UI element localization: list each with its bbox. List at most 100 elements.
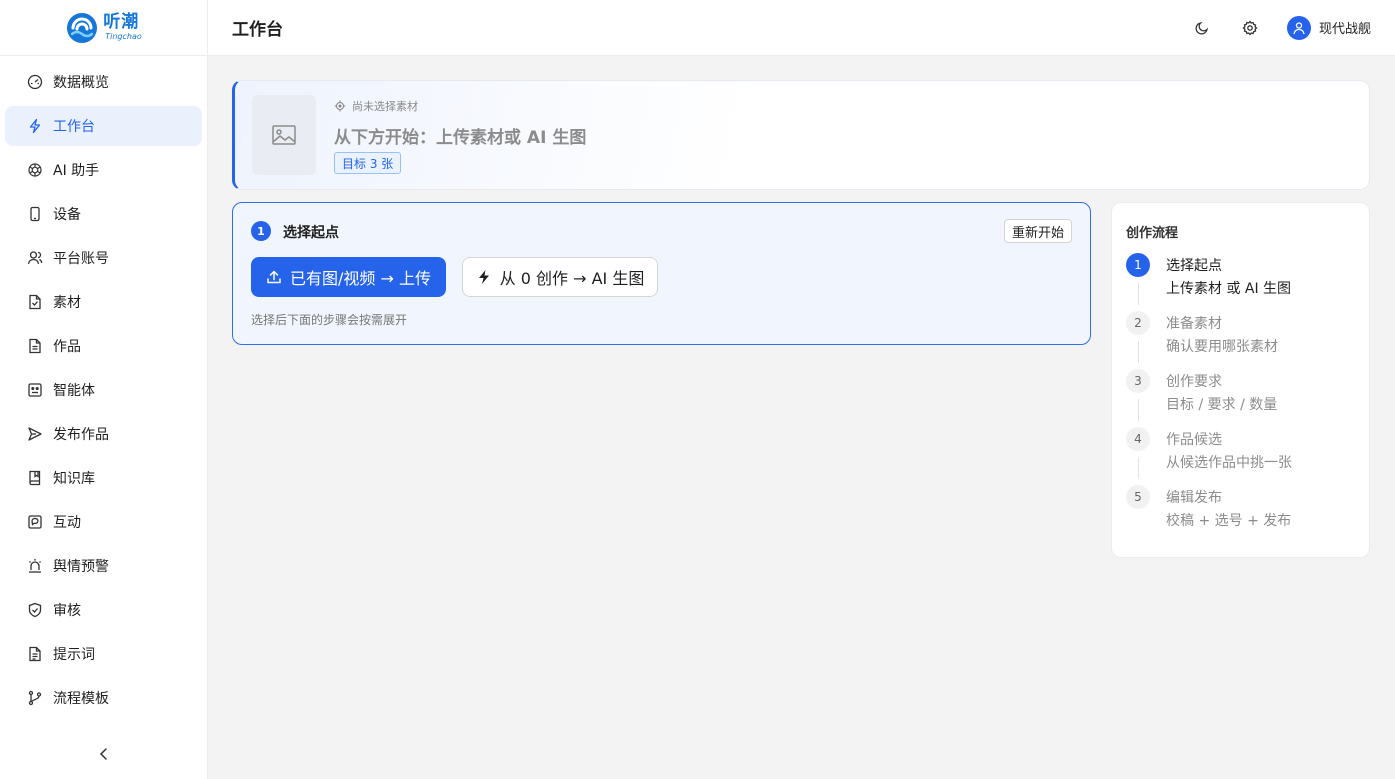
sidebar-item-label: 设备 <box>53 207 81 223</box>
page-title: 工作台 <box>232 20 283 40</box>
flow-step-4[interactable]: 4 作品候选 从候选作品中挑一张 <box>1126 427 1356 479</box>
lightning-icon <box>29 118 41 134</box>
sidebar-item-label: 舆情预警 <box>53 559 109 575</box>
flow-step-desc: 确认要用哪张素材 <box>1166 339 1278 355</box>
banner-title: 从下方开始：上传素材或 AI 生图 <box>334 128 587 148</box>
sidebar-item-publish[interactable]: 发布作品 <box>5 414 202 454</box>
flow-step-name: 作品候选 <box>1166 432 1222 448</box>
sidebar-item-prompts[interactable]: 提示词 <box>5 634 202 674</box>
book-icon <box>29 470 41 486</box>
sidebar-item-materials[interactable]: 素材 <box>5 282 202 322</box>
flow-step-2[interactable]: 2 准备素材 确认要用哪张素材 <box>1126 311 1356 363</box>
sidebar-item-sentiment-alert[interactable]: 舆情预警 <box>5 546 202 586</box>
flow-step-5[interactable]: 5 编辑发布 校稿 + 选号 + 发布 <box>1126 485 1356 535</box>
sidebar-item-label: 工作台 <box>53 119 95 135</box>
upload-icon <box>267 270 281 284</box>
flow-step-name: 选择起点 <box>1166 258 1222 274</box>
flow-step-desc: 上传素材 或 AI 生图 <box>1166 281 1292 297</box>
flow-title: 创作流程 <box>1126 226 1179 241</box>
flow-step-number: 2 <box>1126 311 1150 335</box>
crosshair-icon <box>334 100 346 112</box>
sidebar-item-label: 素材 <box>53 295 81 311</box>
gear-icon <box>1242 19 1258 35</box>
ai-generate-button[interactable]: 从 0 创作 → AI 生图 <box>462 257 658 297</box>
git-branch-icon <box>28 690 42 706</box>
flow-step-name: 编辑发布 <box>1166 490 1222 506</box>
step-title: 选择起点 <box>283 225 339 241</box>
flow-step-number: 5 <box>1126 485 1150 509</box>
flow-connector <box>1138 283 1139 305</box>
material-thumbnail-placeholder <box>252 95 316 175</box>
chevron-left-icon <box>99 748 107 760</box>
robot-icon <box>28 383 42 397</box>
step-select-start-card: 1 选择起点 重新开始 已有图/视频 → 上传 从 0 创作 → AI 生图 选… <box>232 202 1091 345</box>
flow-step-desc: 校稿 + 选号 + 发布 <box>1166 513 1292 529</box>
settings-button[interactable] <box>1241 19 1259 37</box>
lightning-icon <box>478 270 489 284</box>
users-icon <box>27 251 43 265</box>
target-count-badge: 目标 3 张 <box>334 152 402 174</box>
sidebar-item-label: 知识库 <box>53 471 95 487</box>
upload-button-label: 已有图/视频 → 上传 <box>290 269 431 288</box>
flow-connector <box>1138 457 1139 479</box>
sidebar-item-interaction[interactable]: 互动 <box>5 502 202 542</box>
flow-connector <box>1138 399 1139 421</box>
flow-step-number: 1 <box>1126 253 1150 277</box>
phone-icon <box>30 206 40 222</box>
document-icon <box>29 646 41 662</box>
avatar[interactable] <box>1286 15 1311 40</box>
app-logo[interactable]: 听潮 Tingchao <box>0 0 207 56</box>
shield-check-icon <box>28 602 42 618</box>
sidebar-collapse-button[interactable] <box>0 729 208 779</box>
material-status-banner: 尚未选择素材 从下方开始：上传素材或 AI 生图 目标 3 张 <box>232 80 1370 190</box>
send-icon <box>28 427 42 441</box>
file-icon <box>29 294 41 310</box>
sidebar-item-review[interactable]: 审核 <box>5 590 202 630</box>
sidebar-item-label: 平台账号 <box>53 251 109 267</box>
image-icon <box>272 125 296 145</box>
sidebar: 听潮 Tingchao 数据概览 工作台 AI 助手 设备 平台账号 素材 作品… <box>0 0 208 779</box>
sidebar-item-knowledge-base[interactable]: 知识库 <box>5 458 202 498</box>
user-name[interactable]: 现代战舰 <box>1319 18 1371 37</box>
moon-icon <box>1195 21 1209 35</box>
sidebar-item-label: 审核 <box>53 603 81 619</box>
flow-step-name: 准备素材 <box>1166 316 1222 332</box>
flow-step-desc: 从候选作品中挑一张 <box>1166 455 1292 471</box>
banner-status-text: 尚未选择素材 <box>352 100 418 113</box>
sidebar-item-label: 数据概览 <box>53 75 109 91</box>
dashboard-icon <box>27 74 43 90</box>
ai-generate-button-label: 从 0 创作 → AI 生图 <box>499 269 645 288</box>
file-text-icon <box>29 338 41 354</box>
step-hint: 选择后下面的步骤会按需展开 <box>251 313 408 327</box>
theme-toggle-button[interactable] <box>1193 19 1211 37</box>
sidebar-item-label: AI 助手 <box>53 163 100 179</box>
flow-step-number: 3 <box>1126 369 1150 393</box>
banner-status: 尚未选择素材 <box>334 98 418 114</box>
sidebar-item-works[interactable]: 作品 <box>5 326 202 366</box>
sidebar-item-platform-accounts[interactable]: 平台账号 <box>5 238 202 278</box>
sidebar-item-label: 发布作品 <box>53 427 109 443</box>
flow-connector <box>1138 341 1139 363</box>
flow-step-desc: 目标 / 要求 / 数量 <box>1166 397 1278 413</box>
flow-step-number: 4 <box>1126 427 1150 451</box>
header-actions: 现代战舰 <box>1193 15 1371 40</box>
sidebar-item-flow-templates[interactable]: 流程模板 <box>5 678 202 718</box>
flow-step-1[interactable]: 1 选择起点 上传素材 或 AI 生图 <box>1126 253 1356 305</box>
logo-wave-icon <box>67 12 98 43</box>
sidebar-item-workbench[interactable]: 工作台 <box>5 106 202 146</box>
openai-icon <box>28 163 42 177</box>
alarm-icon <box>29 559 41 573</box>
restart-button[interactable]: 重新开始 <box>1003 219 1072 243</box>
app-name-en: Tingchao <box>105 32 142 41</box>
sidebar-item-devices[interactable]: 设备 <box>5 194 202 234</box>
sidebar-item-ai-assistant[interactable]: AI 助手 <box>5 150 202 190</box>
message-icon <box>28 515 42 529</box>
flow-step-name: 创作要求 <box>1166 374 1222 390</box>
flow-step-3[interactable]: 3 创作要求 目标 / 要求 / 数量 <box>1126 369 1356 421</box>
sidebar-item-agents[interactable]: 智能体 <box>5 370 202 410</box>
sidebar-item-label: 智能体 <box>53 383 95 399</box>
sidebar-item-data-overview[interactable]: 数据概览 <box>5 62 202 102</box>
top-header: 工作台 现代战舰 <box>208 0 1395 56</box>
sidebar-nav: 数据概览 工作台 AI 助手 设备 平台账号 素材 作品 智能体 发布作品 知识… <box>0 56 207 718</box>
upload-button[interactable]: 已有图/视频 → 上传 <box>251 257 446 297</box>
